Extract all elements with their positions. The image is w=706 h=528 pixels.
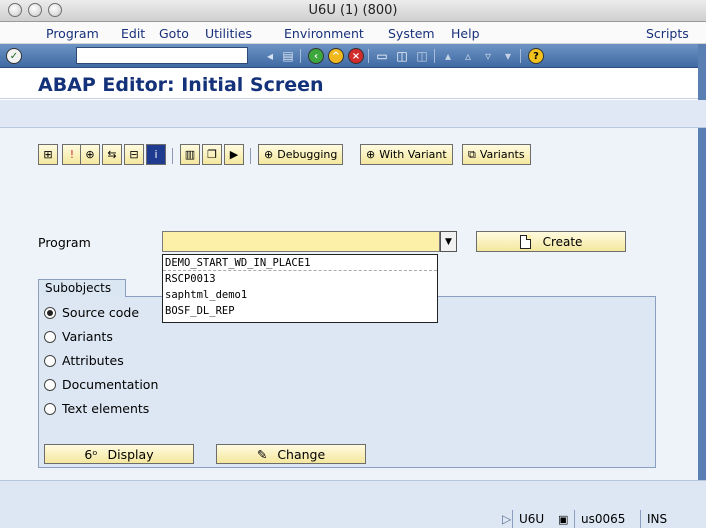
- trash-icon: ▥: [184, 148, 196, 161]
- debugging-button[interactable]: ⊕ Debugging: [258, 144, 344, 165]
- radio-icon[interactable]: [44, 330, 56, 343]
- with-variant-button[interactable]: ⊕ With Variant: [360, 144, 453, 165]
- radio-label: Text elements: [62, 401, 150, 416]
- radio-icon[interactable]: [44, 378, 56, 391]
- execute-button[interactable]: ⊕: [80, 144, 100, 165]
- program-dropdown-button[interactable]: ▼: [440, 231, 457, 252]
- tree-icon: ⊟: [129, 148, 139, 161]
- radio-text-elements[interactable]: Text elements: [44, 401, 149, 416]
- create-label: Create: [542, 234, 583, 249]
- previous-page-icon[interactable]: ▵: [460, 48, 476, 64]
- dropdown-arrow-icon: ▼: [445, 236, 452, 247]
- change-button[interactable]: ✎ Change: [216, 444, 366, 464]
- window-title-bar: U6U (1) (800): [0, 0, 706, 22]
- exclamation-icon: !: [69, 148, 75, 161]
- hierarchy-icon: ⊞: [43, 148, 53, 161]
- info-icon: i: [154, 148, 158, 161]
- copy-icon: ❐: [207, 148, 217, 161]
- display-label: Display: [107, 446, 154, 462]
- change-label: Change: [277, 446, 326, 462]
- execute-variant-icon: ⊕: [366, 148, 376, 161]
- variants-button[interactable]: ⧉ Variants: [462, 144, 531, 165]
- radio-documentation[interactable]: Documentation: [44, 377, 158, 392]
- debugging-label: Debugging: [277, 148, 338, 161]
- delete-button[interactable]: ▥: [180, 144, 200, 165]
- enter-check-icon[interactable]: ✓: [6, 48, 22, 64]
- navigate-icon: ⇆: [107, 148, 117, 161]
- menu-goto[interactable]: Goto: [159, 26, 189, 41]
- rename-icon: ▶: [229, 148, 239, 161]
- menu-program[interactable]: Program: [46, 26, 99, 41]
- with-variant-label: With Variant: [379, 148, 447, 161]
- radio-label: Variants: [62, 329, 113, 344]
- new-document-icon: [519, 234, 531, 249]
- collapse-command-icon[interactable]: ◂: [262, 48, 278, 64]
- program-history-list: DEMO_START_WD_IN_PLACE1 RSCP0013 saphtml…: [162, 254, 438, 323]
- find-next-icon[interactable]: ◫: [414, 48, 430, 64]
- radio-label: Documentation: [62, 377, 159, 392]
- list-item[interactable]: DEMO_START_WD_IN_PLACE1: [163, 255, 437, 271]
- navigate-button[interactable]: ⇆: [102, 144, 122, 165]
- radio-attributes[interactable]: Attributes: [44, 353, 124, 368]
- create-button[interactable]: Create: [476, 231, 626, 252]
- copy-button[interactable]: ❐: [202, 144, 222, 165]
- radio-variants[interactable]: Variants: [44, 329, 113, 344]
- variants-icon: ⧉: [468, 147, 476, 161]
- menu-bar: Program Edit Goto Utilities Environment …: [0, 22, 706, 44]
- menu-system[interactable]: System: [388, 26, 435, 41]
- page-title: ABAP Editor: Initial Screen: [38, 74, 324, 96]
- system-toolbar: ✓ ◂ ▤ ‹ ^ × ▭ ◫ ◫ ▴ ▵ ▿ ▾ ?: [0, 44, 706, 68]
- program-label: Program: [38, 235, 91, 250]
- pencil-icon: ✎: [256, 446, 268, 462]
- radio-icon[interactable]: [44, 402, 56, 415]
- back-icon[interactable]: ‹: [308, 48, 324, 64]
- screen-title-bar: ABAP Editor: Initial Screen: [0, 69, 706, 99]
- menu-scripts[interactable]: Scripts: [646, 26, 689, 41]
- command-field[interactable]: [76, 47, 248, 64]
- list-item[interactable]: BOSF_DL_REP: [163, 303, 437, 319]
- exit-icon[interactable]: ^: [328, 48, 344, 64]
- save-icon[interactable]: ▤: [280, 48, 296, 64]
- menu-utilities[interactable]: Utilities: [205, 26, 252, 41]
- first-page-icon[interactable]: ▴: [440, 48, 456, 64]
- radio-icon[interactable]: [44, 354, 56, 367]
- rename-button[interactable]: ▶: [224, 144, 244, 165]
- print-icon[interactable]: ▭: [374, 48, 390, 64]
- application-toolbar: [0, 100, 706, 128]
- window-title: U6U (1) (800): [308, 3, 398, 18]
- status-server: us0065: [574, 510, 631, 528]
- list-item[interactable]: RSCP0013: [163, 271, 437, 287]
- where-used-button[interactable]: !: [62, 144, 82, 165]
- list-item[interactable]: saphtml_demo1: [163, 287, 437, 303]
- help-icon[interactable]: ?: [528, 48, 544, 64]
- debug-icon: ⊕: [264, 148, 274, 161]
- program-input[interactable]: [162, 231, 440, 252]
- display-button[interactable]: 6ᵒ Display: [44, 444, 194, 464]
- variants-label: Variants: [479, 148, 525, 161]
- system-info-icon[interactable]: ▣: [552, 510, 574, 528]
- last-page-icon[interactable]: ▾: [500, 48, 516, 64]
- radio-label: Source code: [62, 305, 140, 320]
- object-list-button[interactable]: ⊟: [124, 144, 144, 165]
- radio-label: Attributes: [62, 353, 124, 368]
- menu-edit[interactable]: Edit: [121, 26, 145, 41]
- other-object-button[interactable]: ⊞: [38, 144, 58, 165]
- execute-icon: ⊕: [85, 148, 95, 161]
- status-system: U6U: [512, 510, 550, 528]
- radio-source-code[interactable]: Source code: [44, 305, 139, 320]
- radio-selected-icon[interactable]: [44, 306, 56, 319]
- find-icon[interactable]: ◫: [394, 48, 410, 64]
- subobjects-tab: Subobjects: [38, 279, 126, 297]
- status-mode: INS: [640, 510, 673, 528]
- cancel-icon[interactable]: ×: [348, 48, 364, 64]
- next-page-icon[interactable]: ▿: [480, 48, 496, 64]
- menu-environment[interactable]: Environment: [284, 26, 364, 41]
- menu-help[interactable]: Help: [451, 26, 480, 41]
- info-button[interactable]: i: [146, 144, 166, 165]
- glasses-icon: 6ᵒ: [84, 446, 98, 462]
